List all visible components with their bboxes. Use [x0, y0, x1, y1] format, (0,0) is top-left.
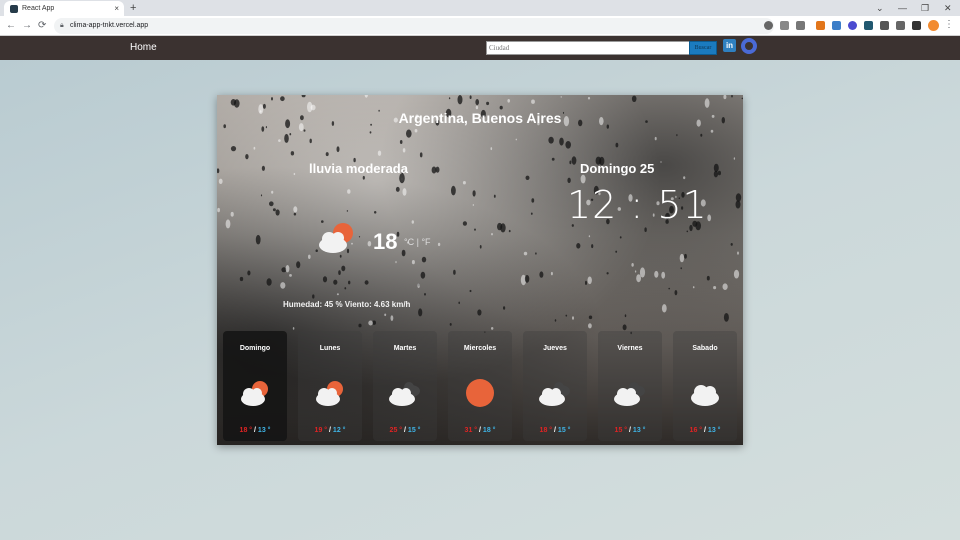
back-button[interactable]: ← — [6, 19, 16, 33]
lock-icon: 🔒︎ — [60, 22, 64, 29]
forecast-day-card[interactable]: Viernes 15 ° / 13 ° — [598, 331, 662, 441]
forecast-day-card[interactable]: Miercoles 31 ° / 18 ° — [448, 331, 512, 441]
weather-condition: lluvia moderada — [309, 161, 408, 176]
forecast-max-temp: 18 ° — [239, 427, 253, 434]
forecast-day-name: Jueves — [543, 345, 567, 352]
current-day: Domingo 25 — [580, 161, 655, 176]
home-link[interactable]: Home — [130, 42, 157, 53]
app-navbar: Home Buscar in — [0, 36, 960, 60]
sun-icon — [462, 377, 498, 409]
forecast-max-temp: 25 ° — [389, 427, 403, 434]
forecast-day-name: Miercoles — [463, 345, 497, 352]
forecast-day-card[interactable]: Jueves 18 ° / 15 ° — [523, 331, 587, 441]
clouds-icon — [537, 377, 573, 409]
tab-close-icon[interactable]: × — [114, 1, 119, 16]
current-time: 12 : 51 — [567, 183, 708, 227]
github-icon[interactable] — [741, 38, 757, 54]
clouds-icon — [387, 377, 423, 409]
location-icon[interactable] — [764, 21, 773, 30]
unit-toggle[interactable]: °C | °F — [404, 237, 431, 247]
forecast-day-card[interactable]: Domingo 18 ° / 13 ° — [223, 331, 287, 441]
current-temperature: 18 — [373, 229, 398, 254]
browser-tab-title: React App — [22, 5, 55, 12]
extension-box-icon[interactable] — [864, 21, 873, 30]
forecast-max-temp: 15 ° — [614, 427, 628, 434]
cloud-sun-icon — [237, 377, 273, 409]
forecast-day-card[interactable]: Sabado 16 ° / 13 ° — [673, 331, 737, 441]
react-favicon-icon — [10, 5, 18, 13]
forecast-min-temp: 15 ° — [557, 427, 571, 434]
forecast-min-temp: 13 ° — [257, 427, 271, 434]
forecast-temps: 18 ° / 13 ° — [223, 427, 287, 434]
forecast-min-temp: 18 ° — [482, 427, 496, 434]
forecast-min-temp: 13 ° — [632, 427, 646, 434]
extension-shield-icon[interactable] — [832, 21, 841, 30]
forecast-day-name: Sabado — [692, 345, 718, 352]
forecast-temps: 31 ° / 18 ° — [448, 427, 512, 434]
forecast-temps: 18 ° / 15 ° — [523, 427, 587, 434]
forecast-day-name: Viernes — [617, 345, 643, 352]
reload-button[interactable]: ⟳ — [38, 19, 46, 33]
maximize-button[interactable]: ❐ — [921, 1, 929, 15]
extensions-puzzle-icon[interactable] — [880, 21, 889, 30]
browser-tab-strip: React App × + ⌄ — ❐ ✕ — [0, 0, 960, 16]
forecast-day-card[interactable]: Lunes 19 ° / 12 ° — [298, 331, 362, 441]
forecast-max-temp: 19 ° — [314, 427, 328, 434]
profile-avatar[interactable] — [928, 20, 939, 31]
cloud-sun-icon — [312, 377, 348, 409]
address-bar[interactable]: 🔒︎ clima-app-tnkt.vercel.app — [54, 18, 774, 34]
forecast-temps: 16 ° / 13 ° — [673, 427, 737, 434]
humidity-wind: Humedad: 45 % Viento: 4.63 km/h — [283, 300, 411, 309]
forecast-max-temp: 18 ° — [539, 427, 553, 434]
sidebar-icon[interactable] — [912, 21, 921, 30]
url-text: clima-app-tnkt.vercel.app — [70, 22, 149, 29]
browser-menu-icon[interactable]: ⋮ — [944, 19, 954, 31]
cloud-icon — [687, 377, 723, 409]
forecast-min-temp: 12 ° — [332, 427, 346, 434]
forecast-temps: 15 ° / 13 ° — [598, 427, 662, 434]
clouds-icon — [612, 377, 648, 409]
share-icon[interactable] — [780, 21, 789, 30]
forecast-max-temp: 31 ° — [464, 427, 478, 434]
extension-circle-icon[interactable] — [848, 21, 857, 30]
forecast-day-name: Lunes — [319, 345, 341, 352]
bookmark-star-icon[interactable] — [796, 21, 805, 30]
forecast-max-temp: 16 ° — [689, 427, 703, 434]
cloud-sun-icon — [319, 223, 353, 253]
city-search-input[interactable] — [486, 41, 690, 55]
browser-toolbar: ← → ⟳ 🔒︎ clima-app-tnkt.vercel.app ⋮ — [0, 16, 960, 36]
forecast-min-temp: 13 ° — [707, 427, 721, 434]
forecast-temps: 19 ° / 12 ° — [298, 427, 362, 434]
location-title: Argentina, Buenos Aires — [398, 110, 562, 126]
new-tab-button[interactable]: + — [130, 1, 136, 15]
forecast-min-temp: 15 ° — [407, 427, 421, 434]
weather-card: Argentina, Buenos Aires lluvia moderada … — [217, 95, 743, 445]
forecast-day-name: Domingo — [239, 345, 271, 352]
media-icon[interactable] — [896, 21, 905, 30]
forecast-day-card[interactable]: Martes 25 ° / 15 ° — [373, 331, 437, 441]
forecast-strip: Domingo 18 ° / 13 ° Lunes 19 ° / 12 ° Martes… — [223, 331, 739, 441]
forecast-day-name: Martes — [393, 345, 417, 352]
search-button[interactable]: Buscar — [689, 41, 717, 55]
tab-search-icon[interactable]: ⌄ — [876, 1, 884, 15]
forward-button[interactable]: → — [22, 19, 32, 33]
browser-tab[interactable]: React App × — [4, 1, 124, 16]
linkedin-icon[interactable]: in — [723, 39, 736, 52]
forecast-temps: 25 ° / 15 ° — [373, 427, 437, 434]
minimize-button[interactable]: — — [898, 1, 907, 15]
close-window-button[interactable]: ✕ — [944, 1, 952, 15]
metamask-icon[interactable] — [816, 21, 825, 30]
